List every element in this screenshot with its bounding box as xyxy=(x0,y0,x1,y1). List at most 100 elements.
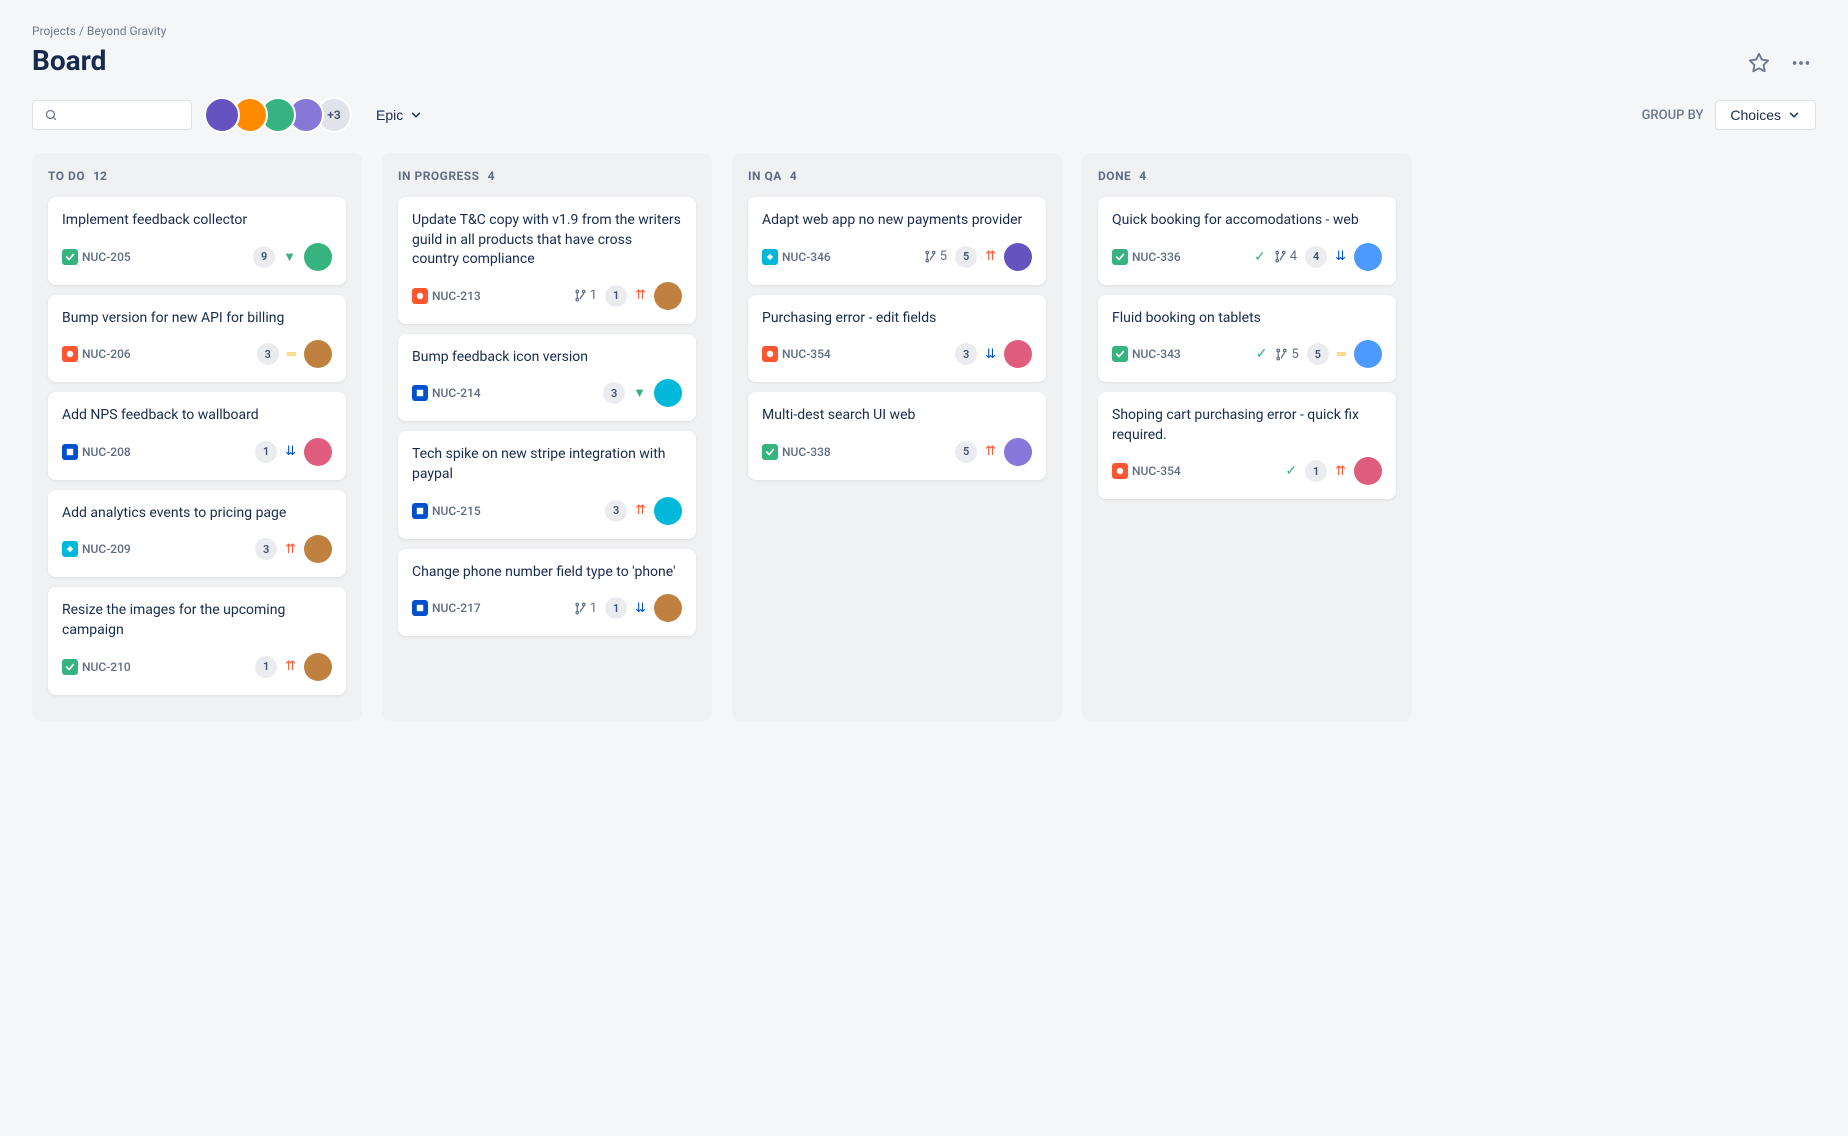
task-card[interactable]: Bump feedback icon version NUC-214 3▼ xyxy=(398,334,696,422)
priority-icon: ▼ xyxy=(633,385,646,401)
ticket-id: NUC-215 xyxy=(412,503,481,519)
search-box[interactable] xyxy=(32,100,192,130)
ticket-type-icon xyxy=(62,444,78,460)
ticket-number: NUC-206 xyxy=(82,347,131,361)
card-title: Add analytics events to pricing page xyxy=(62,504,332,524)
page-title: Board xyxy=(32,44,1816,77)
avatar[interactable] xyxy=(204,97,240,133)
card-meta: 1⇊ xyxy=(255,438,332,466)
check-icon: ✓ xyxy=(1285,463,1297,479)
page-header: Projects / Beyond Gravity Board xyxy=(0,0,1848,77)
card-title: Purchasing error - edit fields xyxy=(762,309,1032,329)
board: TO DO12Implement feedback collector NUC-… xyxy=(0,153,1848,753)
task-card[interactable]: Quick booking for accomodations - web NU… xyxy=(1098,197,1396,285)
column-header: IN PROGRESS4 xyxy=(398,169,696,183)
task-card[interactable]: Add NPS feedback to wallboard NUC-208 1⇊ xyxy=(48,392,346,480)
ticket-id: NUC-343 xyxy=(1112,346,1181,362)
ticket-id: NUC-354 xyxy=(1112,463,1181,479)
ticket-id: NUC-336 xyxy=(1112,249,1181,265)
card-title: Bump feedback icon version xyxy=(412,348,682,368)
card-title: Tech spike on new stripe integration wit… xyxy=(412,445,682,484)
choices-button[interactable]: Choices xyxy=(1715,100,1816,130)
ticket-id: NUC-205 xyxy=(62,249,131,265)
ticket-number: NUC-210 xyxy=(82,660,131,674)
card-title: Implement feedback collector xyxy=(62,211,332,231)
epic-filter-button[interactable]: Epic xyxy=(364,101,435,129)
ticket-number: NUC-343 xyxy=(1132,347,1181,361)
task-card[interactable]: Change phone number field type to 'phone… xyxy=(398,549,696,637)
task-card[interactable]: Bump version for new API for billing NUC… xyxy=(48,295,346,383)
card-footer: NUC-215 3⇈ xyxy=(412,497,682,525)
task-card[interactable]: Add analytics events to pricing page NUC… xyxy=(48,490,346,578)
card-meta: 3▼ xyxy=(603,379,682,407)
priority-icon: ⇊ xyxy=(635,601,646,616)
task-card[interactable]: Update T&C copy with v1.9 from the write… xyxy=(398,197,696,324)
story-points-badge: 1 xyxy=(1305,460,1327,482)
column-count: 4 xyxy=(1139,169,1146,183)
card-meta: 1⇈ xyxy=(255,653,332,681)
column-count: 4 xyxy=(488,169,495,183)
task-card[interactable]: Purchasing error - edit fields NUC-354 3… xyxy=(748,295,1046,383)
more-options-button[interactable] xyxy=(1786,48,1816,84)
column-header: DONE 4 xyxy=(1098,169,1396,183)
epic-label: Epic xyxy=(376,107,403,123)
priority-icon: ⇈ xyxy=(1335,464,1346,479)
card-meta: 1 1⇈ xyxy=(574,282,682,310)
card-footer: NUC-343 ✓ 5 5═ xyxy=(1112,340,1382,368)
card-title: Resize the images for the upcoming campa… xyxy=(62,601,332,640)
task-card[interactable]: Shoping cart purchasing error - quick fi… xyxy=(1098,392,1396,499)
assignee-avatar xyxy=(654,282,682,310)
ticket-type-icon xyxy=(762,249,778,265)
pr-icon: 4 xyxy=(1274,249,1297,264)
story-points-badge: 1 xyxy=(255,656,277,678)
group-by-label: GROUP BY xyxy=(1642,108,1704,123)
card-meta: ✓ 5 5═ xyxy=(1256,340,1382,368)
priority-icon: ⇊ xyxy=(285,444,296,459)
story-points-badge: 5 xyxy=(955,441,977,463)
column-title: TO DO xyxy=(48,169,85,183)
search-icon xyxy=(45,108,57,122)
column-todo: TO DO12Implement feedback collector NUC-… xyxy=(32,153,362,721)
task-card[interactable]: Tech spike on new stripe integration wit… xyxy=(398,431,696,538)
pr-icon: 1 xyxy=(574,288,597,303)
card-footer: NUC-346 5 5⇈ xyxy=(762,243,1032,271)
card-meta: 3⇈ xyxy=(605,497,682,525)
assignee-avatar xyxy=(1004,243,1032,271)
ticket-number: NUC-217 xyxy=(432,601,481,615)
card-title: Bump version for new API for billing xyxy=(62,309,332,329)
story-points-badge: 1 xyxy=(605,285,627,307)
ticket-id: NUC-346 xyxy=(762,249,831,265)
pr-count: 4 xyxy=(1290,249,1297,264)
ticket-id: NUC-208 xyxy=(62,444,131,460)
pr-count: 5 xyxy=(940,249,947,264)
story-points-badge: 3 xyxy=(603,382,625,404)
pr-count: 1 xyxy=(590,601,597,616)
task-card[interactable]: Multi-dest search UI web NUC-338 5⇈ xyxy=(748,392,1046,480)
ticket-type-icon xyxy=(762,444,778,460)
card-meta: 3⇈ xyxy=(255,535,332,563)
column-count: 4 xyxy=(790,169,797,183)
ticket-type-icon xyxy=(762,346,778,362)
task-card[interactable]: Fluid booking on tablets NUC-343 ✓ 5 5═ xyxy=(1098,295,1396,383)
column-title: DONE xyxy=(1098,169,1131,183)
star-button[interactable] xyxy=(1744,48,1774,84)
card-meta: 3═ xyxy=(257,340,332,368)
choices-label: Choices xyxy=(1730,107,1781,123)
ticket-number: NUC-354 xyxy=(1132,464,1181,478)
avatar-group: +3 xyxy=(204,97,352,133)
story-points-badge: 4 xyxy=(1305,246,1327,268)
task-card[interactable]: Implement feedback collector NUC-205 9▼ xyxy=(48,197,346,285)
ticket-id: NUC-214 xyxy=(412,385,481,401)
ticket-number: NUC-338 xyxy=(782,445,831,459)
task-card[interactable]: Adapt web app no new payments provider N… xyxy=(748,197,1046,285)
card-footer: NUC-206 3═ xyxy=(62,340,332,368)
column-in-qa: IN QA4Adapt web app no new payments prov… xyxy=(732,153,1062,721)
story-points-badge: 3 xyxy=(255,538,277,560)
search-input[interactable] xyxy=(65,107,179,123)
ticket-number: NUC-336 xyxy=(1132,250,1181,264)
story-points-badge: 3 xyxy=(605,500,627,522)
story-points-badge: 1 xyxy=(605,597,627,619)
ticket-id: NUC-338 xyxy=(762,444,831,460)
task-card[interactable]: Resize the images for the upcoming campa… xyxy=(48,587,346,694)
card-meta: ✓ 1 ⇈ xyxy=(1285,457,1382,485)
